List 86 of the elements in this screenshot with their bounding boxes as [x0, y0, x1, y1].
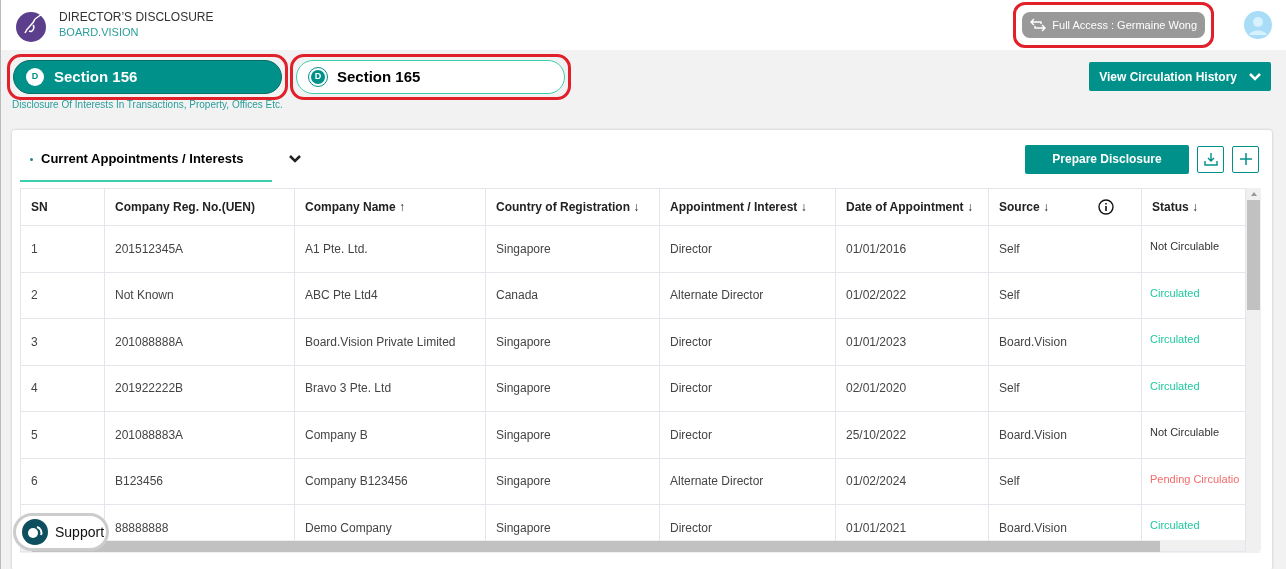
table-cell-text: 01/02/2024 — [846, 473, 907, 491]
table-cell-text: Company B — [305, 426, 368, 444]
table-cell-text: Director — [670, 240, 712, 258]
table-cell-text: Demo Company — [305, 519, 392, 537]
column-header[interactable]: Company Reg. No.(UEN) — [115, 198, 255, 216]
app-subtitle: BOARD.VISION — [59, 25, 140, 40]
column-header[interactable]: SN — [31, 198, 48, 216]
table-cell-text: Canada — [496, 287, 539, 305]
table-cell-text: 4 — [31, 380, 38, 398]
table-cell-text: Singapore — [496, 380, 551, 398]
table-cell-text: 02/01/2020 — [846, 380, 907, 398]
status-label: Pending Circulatio — [1150, 471, 1240, 487]
bullet-icon — [30, 157, 33, 161]
section-description: Disclosure Of Interests In Transactions, Property, Offices Etc. — [12, 98, 284, 112]
table-cell-text: 01/01/2021 — [846, 519, 907, 537]
section-badge: D — [309, 68, 327, 86]
table-cell-text: ABC Pte Ltd4 — [305, 287, 378, 305]
table-cell-text: Company B123456 — [305, 473, 408, 491]
table-cell-text: Board.Vision — [999, 426, 1067, 444]
status-label: Not Circulable — [1150, 239, 1220, 254]
table-cell-text: 201088883A — [115, 426, 184, 444]
table-cell-text: 5 — [31, 426, 38, 444]
table-cell-text: 3 — [31, 333, 38, 351]
switch-arrows-icon — [1030, 18, 1047, 32]
table-cell-text: Alternate Director — [670, 287, 764, 305]
table-cell-text: 201922222B — [115, 380, 184, 398]
table-cell-text: 6 — [31, 473, 38, 491]
view-history-button[interactable]: View Circulation History — [1089, 62, 1271, 91]
status-label: Circulated — [1150, 378, 1200, 394]
table-cell-text: Alternate Director — [670, 473, 764, 491]
table-cell-text: Board.Vision — [999, 519, 1067, 537]
section-tab[interactable]: D Section 156 — [13, 60, 282, 94]
plus-icon — [1237, 151, 1254, 167]
table-cell-text: Singapore — [496, 240, 551, 258]
table-cell-text: Self — [999, 380, 1020, 398]
status-label: Circulated — [1150, 332, 1200, 347]
appointments-tab[interactable]: Current Appointments / Interests — [20, 138, 272, 182]
table-cell-text: 2 — [31, 287, 38, 305]
table-cell-text: Bravo 3 Pte. Ltd — [305, 380, 392, 398]
table-cell-text: 25/10/2022 — [846, 426, 907, 444]
table-cell-text: 201512345A — [115, 240, 184, 258]
column-header[interactable]: Country of Registration ↓ — [496, 198, 640, 216]
table-cell-text: 01/01/2016 — [846, 240, 907, 258]
table-cell-text: Singapore — [496, 519, 551, 537]
add-button[interactable] — [1232, 145, 1259, 173]
table-cell-text: 88888888 — [115, 519, 169, 537]
table-cell-text: Director — [670, 426, 712, 444]
table-cell-text: Board.Vision — [999, 333, 1067, 351]
table-cell-text: Director — [670, 380, 712, 398]
column-header[interactable]: Source ↓ — [999, 198, 1049, 216]
table-cell-text: Singapore — [496, 473, 551, 491]
column-header[interactable]: Status ↓ — [1152, 198, 1198, 216]
download-button[interactable] — [1197, 145, 1224, 173]
vertical-scrollbar[interactable] — [1246, 188, 1261, 550]
table-cell-text: 01/02/2022 — [846, 287, 907, 305]
table-cell-text: A1 Pte. Ltd. — [305, 240, 368, 258]
table-cell-text: Self — [999, 240, 1020, 258]
table-cell-text: Self — [999, 473, 1020, 491]
app-title: DIRECTOR’S DISCLOSURE — [59, 10, 214, 25]
table-cell-text: Self — [999, 287, 1020, 305]
column-header[interactable]: Appointment / Interest ↓ — [670, 198, 807, 216]
chevron-down-icon[interactable] — [288, 154, 302, 164]
prepare-disclosure-button[interactable]: Prepare Disclosure — [1025, 144, 1189, 174]
table-cell-text: Not Known — [115, 287, 174, 305]
table-cell-text: B123456 — [115, 473, 164, 491]
chevron-down-icon — [1249, 72, 1261, 81]
table-cell-text: Singapore — [496, 426, 551, 444]
table-cell-text: 201088888A — [115, 333, 184, 351]
section-tab[interactable]: D Section 165 — [296, 60, 565, 94]
info-icon[interactable] — [1098, 199, 1114, 215]
table-cell-text: Singapore — [496, 333, 551, 351]
status-label: Not Circulable — [1150, 425, 1220, 440]
table-cell-text: Director — [670, 333, 712, 351]
table-cell-text: 1 — [31, 240, 38, 258]
download-icon — [1202, 151, 1219, 167]
chat-icon — [22, 519, 48, 545]
table-cell-text: Board.Vision Private Limited — [305, 333, 456, 351]
section-badge: D — [26, 68, 44, 86]
table-cell-text: 01/01/2023 — [846, 333, 907, 351]
support-button[interactable]: Support — [13, 513, 109, 551]
horizontal-scrollbar[interactable] — [20, 539, 1260, 553]
table-cell-text: Director — [670, 519, 712, 537]
status-label: Circulated — [1150, 518, 1200, 533]
column-header[interactable]: Date of Appointment ↓ — [846, 198, 973, 216]
status-label: Circulated — [1150, 285, 1200, 301]
column-header[interactable]: Company Name ↑ — [305, 198, 406, 216]
